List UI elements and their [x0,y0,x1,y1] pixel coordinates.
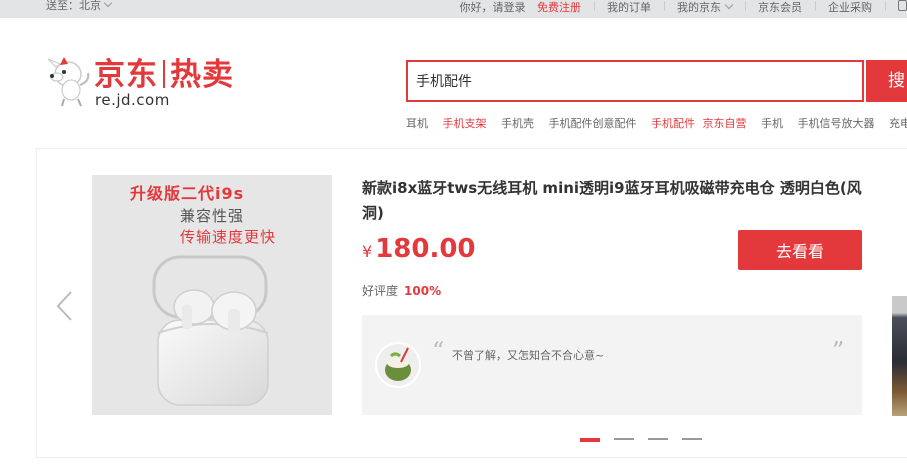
currency-symbol: ¥ [362,242,373,261]
next-item-preview-top [892,176,907,291]
image-caption-1: 升级版二代i9s [130,184,245,203]
price-value: 180.00 [375,234,476,264]
review-text: 不曾了解，又怎知合不合心意~ [452,349,605,362]
divider [884,1,886,11]
rating-label: 好评度 [362,284,399,298]
chevron-down-icon [103,0,113,8]
top-bar: 送至：北京 你好，请登录 免费注册 我的订单 我的京东 京东会员 企业采购 [0,0,907,18]
view-product-button[interactable]: 去看看 [738,230,862,270]
carousel-dot[interactable] [580,438,600,442]
site-url: re.jd.com [95,91,170,109]
hotword-link[interactable]: 充电 [889,117,907,130]
hotword-link[interactable]: 手机配件 [651,117,695,130]
quote-open-icon: “ [432,337,445,365]
membership-link[interactable]: 京东会员 [758,2,802,14]
brand-divider [163,59,165,88]
my-orders-link[interactable]: 我的订单 [607,2,651,14]
next-item-preview[interactable] [892,296,907,416]
product-price: ¥180.00 [362,234,476,264]
my-jd-link[interactable]: 我的京东 [677,0,734,14]
jd-dog-logo-icon [47,57,90,107]
phone-icon[interactable] [898,0,907,11]
search-input[interactable] [408,62,862,100]
brand-name: 京东 热卖 [94,55,234,95]
register-link[interactable]: 免费注册 [537,2,581,14]
top-links: 你好，请登录 免费注册 我的订单 我的京东 京东会员 企业采购 [460,0,907,14]
carousel-dot[interactable] [614,438,634,440]
hotword-link[interactable]: 手机信号放大器 [798,117,875,130]
quote-close-icon: ” [832,337,845,365]
hotword-link[interactable]: 手机壳 [501,117,534,130]
brand-jd: 京东 [94,57,158,93]
location-label: 送至：北京 [46,0,101,12]
login-link[interactable]: 你好，请登录 [460,2,526,14]
site-logo[interactable]: 京东 热卖 re.jd.com [38,55,278,110]
hotword-link[interactable]: 京东自营 [703,117,747,130]
chevron-down-icon [724,0,734,10]
rating: 好评度 100% [362,282,441,299]
carousel-indicators [580,438,716,442]
hotword-link[interactable]: 手机 [761,117,783,130]
hotword-link[interactable]: 手机配件创意配件 [549,117,637,130]
image-caption-2: 兼容性强 [180,207,245,225]
divider [593,1,595,11]
carousel-dot[interactable] [682,438,702,440]
brand-hot: 热卖 [170,57,234,93]
search-button[interactable]: 搜 [866,60,907,102]
hotword-link[interactable]: 手机支架 [443,117,487,130]
search-box [406,60,864,102]
avatar-coconut-icon [375,342,421,388]
my-jd-label: 我的京东 [677,1,721,14]
divider [744,1,746,11]
carousel-dot[interactable] [648,438,668,440]
product-title[interactable]: 新款i8x蓝牙tws无线耳机 mini透明i9蓝牙耳机吸磁带充电仓 透明白色(风… [362,176,862,226]
earbuds-case-icon [152,255,269,406]
divider [663,1,665,11]
review-box: “ 不曾了解，又怎知合不合心意~ ” [362,315,862,415]
product-image[interactable]: 升级版二代i9s 兼容性强 传输速度更快 [92,175,332,415]
chevron-left-icon[interactable] [54,290,76,322]
rating-value: 100% [404,284,442,298]
image-caption-3: 传输速度更快 [180,228,277,246]
location-selector[interactable]: 送至：北京 [46,0,113,12]
divider [814,1,816,11]
enterprise-link[interactable]: 企业采购 [828,2,872,14]
hotword-link[interactable]: 耳机 [406,117,428,130]
hot-keywords: 耳机 手机支架 手机壳 手机配件创意配件 手机配件 京东自营 手机 手机信号放大… [406,115,907,131]
